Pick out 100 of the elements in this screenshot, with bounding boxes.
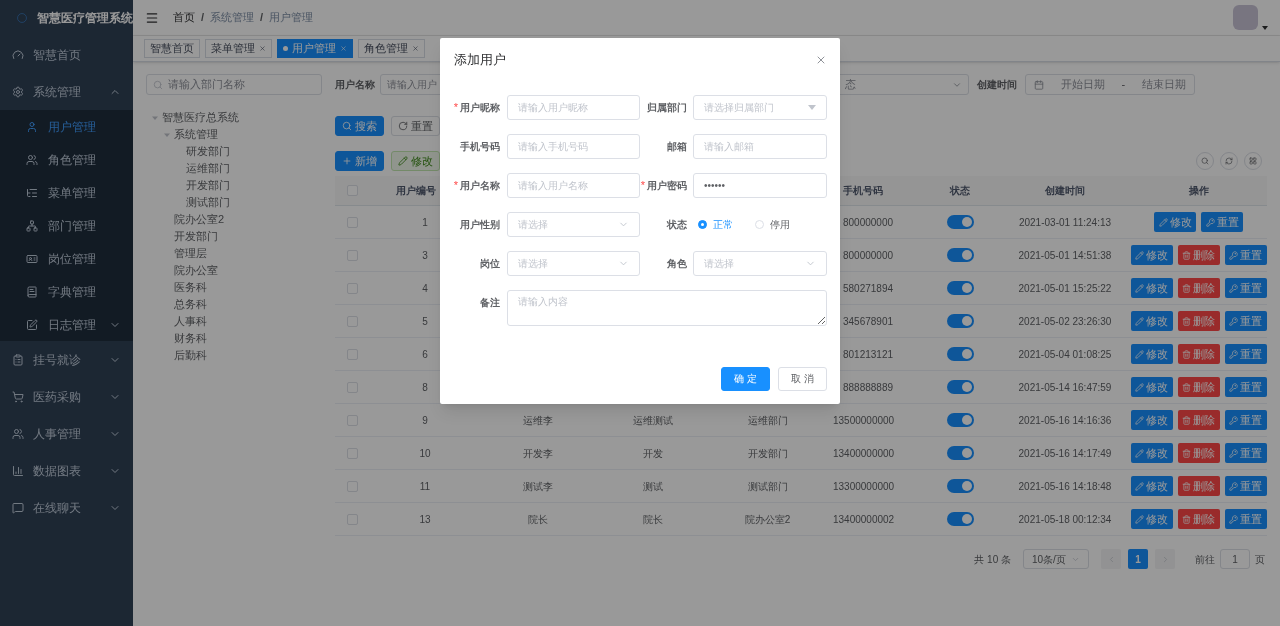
toggle-switch[interactable] xyxy=(946,314,974,328)
toggle-switch[interactable] xyxy=(946,512,974,526)
tree-node[interactable]: 院办公室 xyxy=(174,262,218,279)
delete-button[interactable]: 删除 xyxy=(1177,278,1220,298)
trash-icon xyxy=(1182,283,1191,293)
reset-button[interactable]: 重置 xyxy=(1224,410,1267,430)
tree-node[interactable]: 开发部门 xyxy=(186,177,230,194)
sidebar-menu-item[interactable]: 挂号就诊 xyxy=(0,341,133,378)
pencil-icon xyxy=(1135,250,1144,260)
toggle-switch[interactable] xyxy=(946,446,974,460)
tree-node[interactable]: 管理层 xyxy=(174,245,207,262)
sidebar-menu-item[interactable]: 在线聊天 xyxy=(0,489,133,526)
reset-button[interactable]: 重置 xyxy=(1224,443,1267,463)
confirm-button[interactable]: 确 定 xyxy=(721,366,770,391)
tree-node[interactable]: 智慧医疗总系统 xyxy=(162,109,239,126)
delete-button[interactable]: 删除 xyxy=(1177,311,1220,331)
tree-node[interactable]: 医务科 xyxy=(174,279,207,296)
delete-button[interactable]: 删除 xyxy=(1177,245,1220,265)
grid-icon xyxy=(1249,157,1257,165)
table-cell: 测试 xyxy=(642,480,663,492)
reset-button[interactable]: 重置 xyxy=(1224,311,1267,331)
toggle-switch[interactable] xyxy=(946,281,974,295)
password-field[interactable]: •••••• xyxy=(693,172,827,198)
table-cell: 2021-05-04 01:08:25 xyxy=(1018,348,1112,360)
toggle-switch[interactable] xyxy=(946,479,974,493)
breadcrumb-item[interactable]: 系统管理 xyxy=(210,9,255,26)
sidebar-menu-item[interactable]: 医药采购 xyxy=(0,378,133,415)
table-cell: 运维部门 xyxy=(747,414,788,426)
sidebar-menu-item[interactable]: 智慧首页 xyxy=(0,36,133,73)
delete-button[interactable]: 删除 xyxy=(1177,443,1220,463)
trash-icon xyxy=(1182,481,1191,491)
toggle-switch[interactable] xyxy=(946,413,974,427)
close-icon[interactable] xyxy=(412,45,419,52)
reset-button[interactable]: 重置 xyxy=(1224,278,1267,298)
caret-down-icon[interactable] xyxy=(1262,26,1268,30)
tab[interactable]: 用户管理 xyxy=(277,39,353,58)
add-button[interactable]: 新增 xyxy=(335,151,384,171)
edit-button[interactable]: 修改 xyxy=(1130,344,1173,364)
edit-button[interactable]: 修改 xyxy=(1130,245,1173,265)
page-input[interactable]: 1 xyxy=(1220,549,1250,569)
reset-button[interactable]: 重置 xyxy=(1224,476,1267,496)
reset-button[interactable]: 重置 xyxy=(1224,509,1267,529)
tab[interactable]: 智慧首页 xyxy=(144,39,200,58)
reset-button[interactable]: 重置 xyxy=(1224,377,1267,397)
date-range-field[interactable]: 开始日期 - 结束日期 xyxy=(1025,74,1195,95)
delete-button[interactable]: 删除 xyxy=(1177,410,1220,430)
search-button[interactable]: 搜索 xyxy=(335,116,384,136)
radio-option[interactable]: 正常 xyxy=(698,216,733,232)
delete-button[interactable]: 删除 xyxy=(1177,377,1220,397)
toggle-switch[interactable] xyxy=(946,347,974,361)
edit-button[interactable]: 修改 xyxy=(1130,476,1173,496)
radio-option[interactable]: 停用 xyxy=(755,216,790,232)
page-size-select[interactable]: 10条/页 xyxy=(1023,549,1089,569)
tab[interactable]: 角色管理 xyxy=(358,39,425,58)
edit-button[interactable]: 修改 xyxy=(1130,443,1173,463)
tree-node[interactable]: 研发部门 xyxy=(186,143,230,160)
table-cell: 13400000002 xyxy=(833,513,895,525)
toggle-switch[interactable] xyxy=(946,380,974,394)
reset-button[interactable]: 重置 xyxy=(1224,245,1267,265)
edit-button[interactable]: 修改 xyxy=(1130,377,1173,397)
reset-button[interactable]: 重置 xyxy=(1224,344,1267,364)
sidebar-menu-item[interactable]: 数据图表 xyxy=(0,452,133,489)
table-cell: 1 xyxy=(422,216,428,228)
tree-node[interactable]: 总务科 xyxy=(174,296,207,313)
next-page-button[interactable] xyxy=(1155,549,1175,569)
delete-button[interactable]: 删除 xyxy=(1177,344,1220,364)
field-label: 邮箱 xyxy=(667,139,687,154)
tree-node[interactable]: 后勤科 xyxy=(174,347,207,364)
sidebar-menu-item[interactable]: 系统管理 xyxy=(0,73,133,110)
pencil-icon xyxy=(1135,349,1144,359)
breadcrumb-item[interactable]: 首页 xyxy=(173,9,195,26)
edit-button[interactable]: 修改 xyxy=(1130,410,1173,430)
reset-button[interactable]: 重置 xyxy=(1201,212,1243,232)
tree-node[interactable]: 院办公室2 xyxy=(174,211,225,228)
toggle-switch[interactable] xyxy=(946,248,974,262)
toggle-switch[interactable] xyxy=(946,215,974,229)
edit-button[interactable]: 修改 xyxy=(1154,212,1196,232)
edit-button[interactable]: 修改 xyxy=(1130,509,1173,529)
table-cell: 2021-05-18 00:12:34 xyxy=(1018,513,1112,525)
tree-node[interactable]: 系统管理 xyxy=(174,126,218,143)
tree-node[interactable]: 测试部门 xyxy=(186,194,230,211)
tree-node[interactable]: 开发部门 xyxy=(174,228,218,245)
search-field[interactable]: 请输入部门名称 xyxy=(146,74,322,95)
tree-node[interactable]: 运维部门 xyxy=(186,160,230,177)
reset-button[interactable]: 重置 xyxy=(391,116,440,136)
sidebar-menu-item[interactable]: 人事管理 xyxy=(0,415,133,452)
edit-button[interactable]: 修改 xyxy=(1130,311,1173,331)
key-icon xyxy=(1229,316,1238,326)
close-icon[interactable] xyxy=(259,45,266,52)
tab[interactable]: 菜单管理 xyxy=(205,39,272,58)
delete-button[interactable]: 删除 xyxy=(1177,476,1220,496)
table-cell: 9 xyxy=(422,414,428,426)
tree-node[interactable]: 财务科 xyxy=(174,330,207,347)
previous-page-button[interactable] xyxy=(1101,549,1121,569)
delete-button[interactable]: 删除 xyxy=(1177,509,1220,529)
edit-button[interactable]: 修改 xyxy=(1130,278,1173,298)
tree-node[interactable]: 人事科 xyxy=(174,313,207,330)
cancel-button[interactable]: 取 消 xyxy=(778,366,827,391)
page-button[interactable]: 1 xyxy=(1128,549,1148,569)
pencil-icon xyxy=(1135,481,1144,491)
